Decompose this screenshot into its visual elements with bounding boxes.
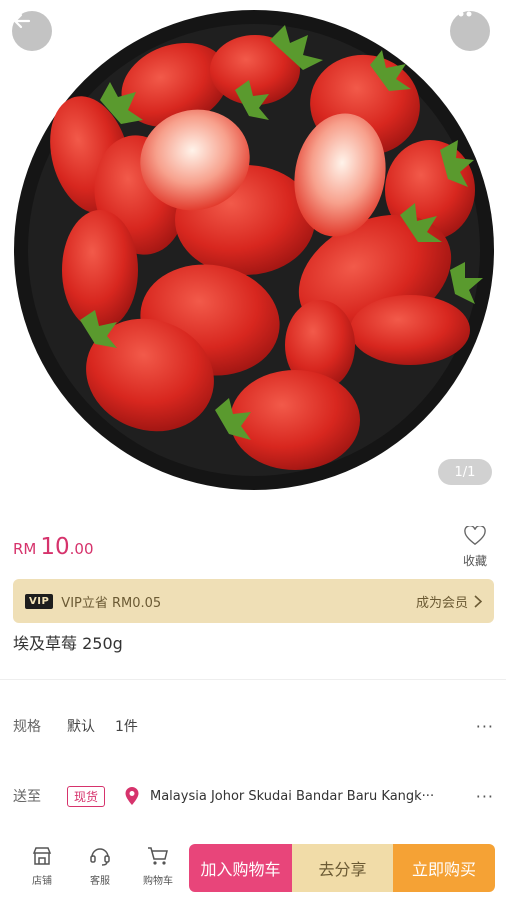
- share-button[interactable]: 去分享: [292, 844, 393, 892]
- favorite-button[interactable]: 收藏: [458, 524, 492, 569]
- price-decimal: .00: [69, 540, 94, 558]
- cart-icon: [148, 847, 168, 865]
- vip-badge: VIP: [25, 593, 54, 609]
- heart-icon: [464, 524, 486, 546]
- tab-cart[interactable]: 购物车: [134, 846, 182, 887]
- tab-shop-label: 店铺: [32, 876, 52, 887]
- vip-banner[interactable]: VIP VIP立省 RM0.05 成为会员: [13, 579, 494, 623]
- arrow-left-icon: [13, 13, 31, 29]
- price-row: RM 10.00 收藏: [0, 522, 506, 574]
- vip-savings-text: VIP立省 RM0.05: [61, 595, 162, 611]
- divider: [0, 679, 506, 680]
- price-currency: RM: [13, 540, 37, 558]
- product-image: [14, 10, 494, 490]
- chevron-right-icon: [474, 594, 482, 608]
- product-title: 埃及草莓 250g: [13, 634, 123, 653]
- stock-badge: 现货: [67, 785, 106, 807]
- price: RM 10.00: [13, 534, 94, 560]
- bottom-action-bar: 店铺 客服 购物车 加入购物车 去分享 立即购买: [0, 840, 506, 900]
- tab-service[interactable]: 客服: [76, 846, 124, 887]
- spec-label: 规格: [13, 719, 41, 735]
- headset-icon: [90, 848, 110, 866]
- buy-now-button[interactable]: 立即购买: [393, 844, 495, 892]
- become-member-link[interactable]: 成为会员: [416, 592, 482, 611]
- become-member-label: 成为会员: [415, 595, 468, 611]
- shipping-row[interactable]: 送至 现货 Malaysia Johor Skudai Bandar Baru …: [0, 776, 506, 816]
- price-integer: 10: [40, 534, 70, 560]
- tab-service-label: 客服: [90, 876, 110, 887]
- spec-more-icon[interactable]: ···: [476, 717, 494, 736]
- tab-cart-label: 购物车: [143, 876, 173, 887]
- image-pager: 1/1: [438, 459, 492, 485]
- store-icon: [32, 847, 52, 865]
- tab-shop[interactable]: 店铺: [18, 846, 66, 887]
- shipping-more-icon[interactable]: ···: [476, 787, 494, 806]
- more-dots-icon: [450, 11, 472, 17]
- favorite-label: 收藏: [462, 554, 487, 568]
- spec-value: 默认: [67, 719, 95, 735]
- add-to-cart-button[interactable]: 加入购物车: [189, 844, 292, 892]
- more-button[interactable]: [450, 11, 490, 51]
- back-button[interactable]: [12, 11, 52, 51]
- location-pin-icon: [125, 787, 139, 805]
- product-image-area: 1/1: [0, 0, 506, 500]
- shipping-address: Malaysia Johor Skudai Bandar Baru Kangk·…: [150, 788, 435, 804]
- spec-row[interactable]: 规格 默认 1件 ···: [0, 706, 506, 746]
- spec-quantity: 1件: [115, 719, 138, 735]
- shipping-label: 送至: [13, 789, 41, 805]
